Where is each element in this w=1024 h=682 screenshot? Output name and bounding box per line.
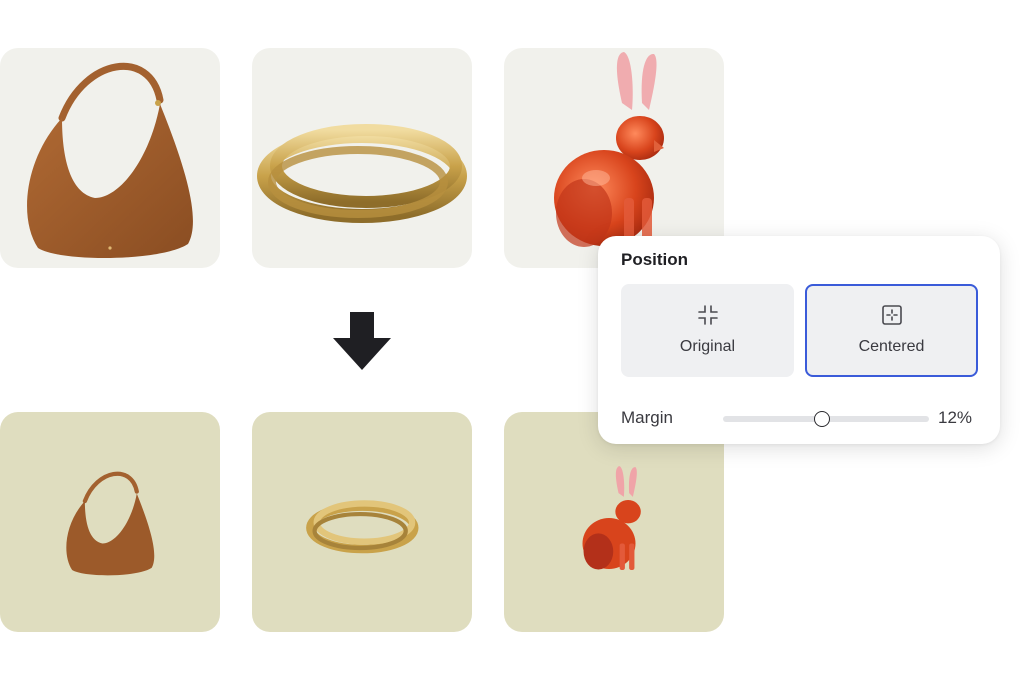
margin-slider-thumb[interactable] [813, 411, 830, 427]
original-option-button[interactable]: Original [621, 284, 794, 377]
glass-rabbit-image [554, 52, 664, 248]
center-frame-icon [881, 305, 902, 325]
margin-slider[interactable] [723, 411, 929, 427]
glass-rabbit-image [582, 466, 641, 570]
handbag-image [66, 471, 155, 576]
position-panel: Position Original Centered Margin 12% [598, 236, 1000, 444]
gold-ring-image [306, 500, 419, 554]
product-tile-rabbit-original [504, 48, 724, 268]
product-tile-ring-centered [252, 412, 472, 632]
gold-ring-image [257, 124, 467, 223]
centered-option-label: Centered [858, 338, 925, 355]
centered-option-button[interactable]: Centered [805, 284, 978, 377]
handbag-image [27, 62, 193, 259]
shrink-corners-icon [697, 305, 718, 325]
arrow-down-icon [333, 312, 391, 370]
product-tile-handbag-original [0, 48, 220, 268]
margin-value: 12% [938, 408, 973, 427]
product-tile-rabbit-centered [504, 412, 724, 632]
product-tile-ring-original [252, 48, 472, 268]
panel-title: Position [621, 250, 689, 269]
margin-label: Margin [621, 408, 673, 427]
product-tile-handbag-centered [0, 412, 220, 632]
original-option-label: Original [679, 338, 736, 355]
